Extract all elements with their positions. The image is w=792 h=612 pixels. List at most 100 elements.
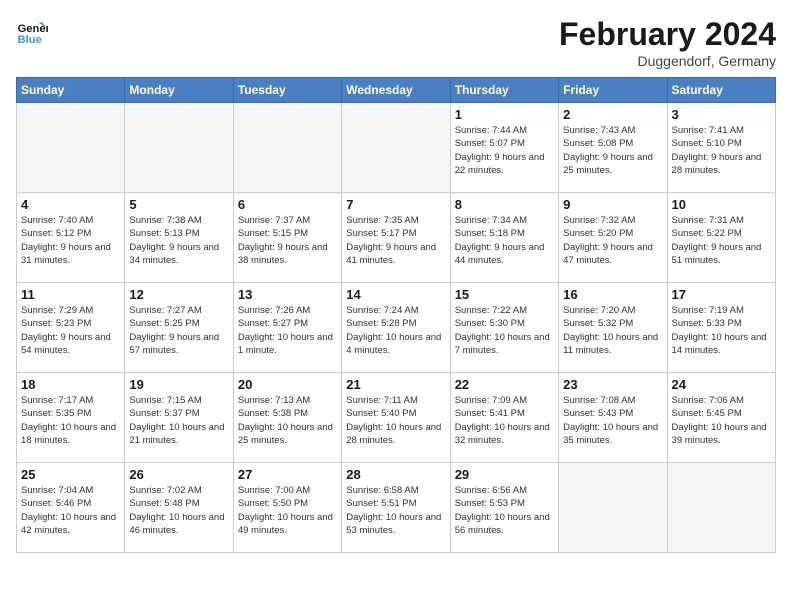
day-number: 9	[563, 197, 662, 212]
day-number: 20	[238, 377, 337, 392]
day-info: Sunrise: 7:38 AM Sunset: 5:13 PM Dayligh…	[129, 214, 228, 267]
day-info: Sunrise: 7:34 AM Sunset: 5:18 PM Dayligh…	[455, 214, 554, 267]
day-info: Sunrise: 7:40 AM Sunset: 5:12 PM Dayligh…	[21, 214, 120, 267]
day-number: 1	[455, 107, 554, 122]
calendar-day-cell: 6 Sunrise: 7:37 AM Sunset: 5:15 PM Daylig…	[233, 193, 341, 283]
day-info: Sunrise: 7:17 AM Sunset: 5:35 PM Dayligh…	[21, 394, 120, 447]
day-number: 19	[129, 377, 228, 392]
day-number: 28	[346, 467, 445, 482]
calendar-day-cell: 19 Sunrise: 7:15 AM Sunset: 5:37 PM Dayli…	[125, 373, 233, 463]
day-info: Sunrise: 7:35 AM Sunset: 5:17 PM Dayligh…	[346, 214, 445, 267]
calendar-day-cell: 7 Sunrise: 7:35 AM Sunset: 5:17 PM Daylig…	[342, 193, 450, 283]
day-number: 25	[21, 467, 120, 482]
day-info: Sunrise: 7:41 AM Sunset: 5:10 PM Dayligh…	[672, 124, 771, 177]
calendar-day-cell: 8 Sunrise: 7:34 AM Sunset: 5:18 PM Daylig…	[450, 193, 558, 283]
calendar-day-cell: 23 Sunrise: 7:08 AM Sunset: 5:43 PM Dayli…	[559, 373, 667, 463]
day-info: Sunrise: 7:06 AM Sunset: 5:45 PM Dayligh…	[672, 394, 771, 447]
day-info: Sunrise: 7:43 AM Sunset: 5:08 PM Dayligh…	[563, 124, 662, 177]
calendar-week-row: 18 Sunrise: 7:17 AM Sunset: 5:35 PM Dayli…	[17, 373, 776, 463]
day-number: 14	[346, 287, 445, 302]
weekday-header: Sunday	[17, 78, 125, 103]
day-number: 23	[563, 377, 662, 392]
calendar-week-row: 1 Sunrise: 7:44 AM Sunset: 5:07 PM Daylig…	[17, 103, 776, 193]
calendar-table: SundayMondayTuesdayWednesdayThursdayFrid…	[16, 77, 776, 553]
weekday-header-row: SundayMondayTuesdayWednesdayThursdayFrid…	[17, 78, 776, 103]
day-info: Sunrise: 7:29 AM Sunset: 5:23 PM Dayligh…	[21, 304, 120, 357]
location-subtitle: Duggendorf, Germany	[559, 53, 776, 69]
day-number: 8	[455, 197, 554, 212]
calendar-day-cell: 28 Sunrise: 6:58 AM Sunset: 5:51 PM Dayli…	[342, 463, 450, 553]
calendar-day-cell	[342, 103, 450, 193]
day-info: Sunrise: 6:56 AM Sunset: 5:53 PM Dayligh…	[455, 484, 554, 537]
calendar-day-cell	[559, 463, 667, 553]
calendar-day-cell: 11 Sunrise: 7:29 AM Sunset: 5:23 PM Dayli…	[17, 283, 125, 373]
day-number: 29	[455, 467, 554, 482]
day-number: 22	[455, 377, 554, 392]
day-info: Sunrise: 7:00 AM Sunset: 5:50 PM Dayligh…	[238, 484, 337, 537]
day-number: 11	[21, 287, 120, 302]
day-number: 26	[129, 467, 228, 482]
calendar-day-cell: 12 Sunrise: 7:27 AM Sunset: 5:25 PM Dayli…	[125, 283, 233, 373]
day-number: 21	[346, 377, 445, 392]
day-info: Sunrise: 7:15 AM Sunset: 5:37 PM Dayligh…	[129, 394, 228, 447]
day-number: 27	[238, 467, 337, 482]
day-number: 2	[563, 107, 662, 122]
day-number: 7	[346, 197, 445, 212]
logo-icon: General Blue	[16, 16, 48, 48]
day-info: Sunrise: 7:31 AM Sunset: 5:22 PM Dayligh…	[672, 214, 771, 267]
day-info: Sunrise: 7:37 AM Sunset: 5:15 PM Dayligh…	[238, 214, 337, 267]
calendar-day-cell: 5 Sunrise: 7:38 AM Sunset: 5:13 PM Daylig…	[125, 193, 233, 283]
calendar-day-cell: 1 Sunrise: 7:44 AM Sunset: 5:07 PM Daylig…	[450, 103, 558, 193]
svg-text:Blue: Blue	[18, 34, 42, 46]
calendar-day-cell	[125, 103, 233, 193]
day-info: Sunrise: 7:24 AM Sunset: 5:28 PM Dayligh…	[346, 304, 445, 357]
calendar-day-cell: 3Sunrise: 7:41 AM Sunset: 5:10 PM Daylig…	[667, 103, 775, 193]
weekday-header: Friday	[559, 78, 667, 103]
day-number: 5	[129, 197, 228, 212]
day-info: Sunrise: 7:26 AM Sunset: 5:27 PM Dayligh…	[238, 304, 337, 357]
calendar-day-cell: 18 Sunrise: 7:17 AM Sunset: 5:35 PM Dayli…	[17, 373, 125, 463]
day-info: Sunrise: 7:08 AM Sunset: 5:43 PM Dayligh…	[563, 394, 662, 447]
day-number: 6	[238, 197, 337, 212]
calendar-day-cell: 20 Sunrise: 7:13 AM Sunset: 5:38 PM Dayli…	[233, 373, 341, 463]
day-number: 17	[672, 287, 771, 302]
calendar-day-cell: 9Sunrise: 7:32 AM Sunset: 5:20 PM Daylig…	[559, 193, 667, 283]
day-info: Sunrise: 7:13 AM Sunset: 5:38 PM Dayligh…	[238, 394, 337, 447]
day-number: 24	[672, 377, 771, 392]
day-info: Sunrise: 7:22 AM Sunset: 5:30 PM Dayligh…	[455, 304, 554, 357]
calendar-day-cell	[667, 463, 775, 553]
calendar-day-cell: 15Sunrise: 7:22 AM Sunset: 5:30 PM Dayli…	[450, 283, 558, 373]
day-info: Sunrise: 6:58 AM Sunset: 5:51 PM Dayligh…	[346, 484, 445, 537]
day-info: Sunrise: 7:19 AM Sunset: 5:33 PM Dayligh…	[672, 304, 771, 357]
day-number: 18	[21, 377, 120, 392]
calendar-day-cell: 21 Sunrise: 7:11 AM Sunset: 5:40 PM Dayli…	[342, 373, 450, 463]
weekday-header: Wednesday	[342, 78, 450, 103]
day-info: Sunrise: 7:11 AM Sunset: 5:40 PM Dayligh…	[346, 394, 445, 447]
calendar-day-cell: 10Sunrise: 7:31 AM Sunset: 5:22 PM Dayli…	[667, 193, 775, 283]
weekday-header: Monday	[125, 78, 233, 103]
weekday-header: Saturday	[667, 78, 775, 103]
day-info: Sunrise: 7:44 AM Sunset: 5:07 PM Dayligh…	[455, 124, 554, 177]
day-number: 16	[563, 287, 662, 302]
day-info: Sunrise: 7:20 AM Sunset: 5:32 PM Dayligh…	[563, 304, 662, 357]
day-info: Sunrise: 7:02 AM Sunset: 5:48 PM Dayligh…	[129, 484, 228, 537]
day-number: 4	[21, 197, 120, 212]
weekday-header: Thursday	[450, 78, 558, 103]
day-info: Sunrise: 7:04 AM Sunset: 5:46 PM Dayligh…	[21, 484, 120, 537]
calendar-day-cell: 2 Sunrise: 7:43 AM Sunset: 5:08 PM Daylig…	[559, 103, 667, 193]
day-info: Sunrise: 7:27 AM Sunset: 5:25 PM Dayligh…	[129, 304, 228, 357]
calendar-day-cell	[233, 103, 341, 193]
calendar-day-cell: 14 Sunrise: 7:24 AM Sunset: 5:28 PM Dayli…	[342, 283, 450, 373]
calendar-day-cell: 17 Sunrise: 7:19 AM Sunset: 5:33 PM Dayli…	[667, 283, 775, 373]
day-number: 12	[129, 287, 228, 302]
title-area: February 2024 Duggendorf, Germany	[559, 16, 776, 69]
calendar-week-row: 11 Sunrise: 7:29 AM Sunset: 5:23 PM Dayli…	[17, 283, 776, 373]
calendar-day-cell: 29 Sunrise: 6:56 AM Sunset: 5:53 PM Dayli…	[450, 463, 558, 553]
calendar-day-cell: 22Sunrise: 7:09 AM Sunset: 5:41 PM Dayli…	[450, 373, 558, 463]
logo: General Blue	[16, 16, 48, 48]
calendar-day-cell: 13Sunrise: 7:26 AM Sunset: 5:27 PM Dayli…	[233, 283, 341, 373]
calendar-day-cell: 26 Sunrise: 7:02 AM Sunset: 5:48 PM Dayli…	[125, 463, 233, 553]
calendar-week-row: 25 Sunrise: 7:04 AM Sunset: 5:46 PM Dayli…	[17, 463, 776, 553]
calendar-week-row: 4 Sunrise: 7:40 AM Sunset: 5:12 PM Daylig…	[17, 193, 776, 283]
weekday-header: Tuesday	[233, 78, 341, 103]
